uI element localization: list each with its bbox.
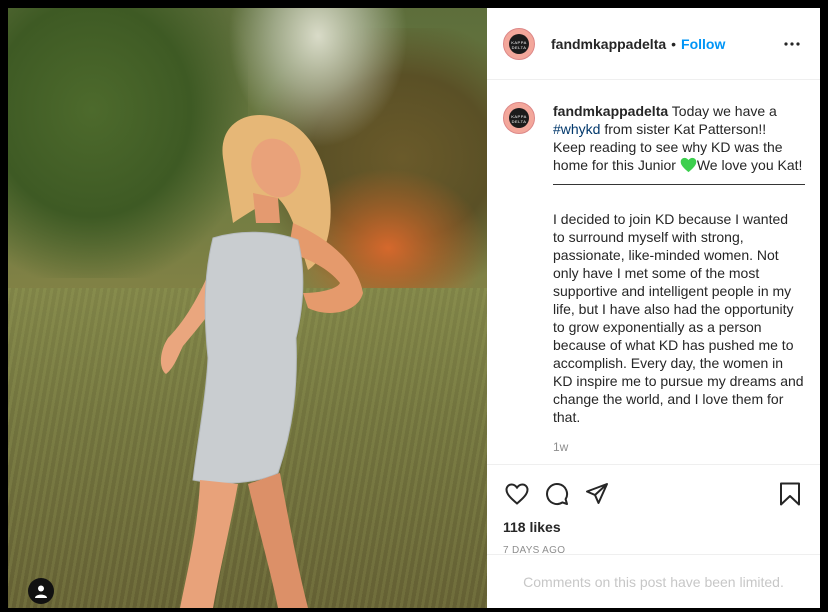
share-icon [586,483,608,504]
comment-button[interactable] [543,480,571,508]
caption-line: only have I met some of the most [553,265,760,281]
avatar-logo-text: KAPPA DELTA [511,114,527,124]
separator-dot: • [671,35,677,52]
caption-text-fragment: We love you Kat! [696,157,803,173]
caption-line: I decided to join KD because I wanted [553,211,789,227]
caption-paragraph: I decided to join KD because I wanted to… [553,210,805,426]
caption-line: to surround myself with strong, [553,229,744,245]
avatar[interactable]: KAPPA DELTA [503,27,535,60]
like-button[interactable] [503,480,531,508]
caption-timestamp[interactable]: 1w [553,438,805,456]
likes-count[interactable]: 118 likes [503,519,804,535]
post-photo[interactable] [8,8,487,608]
caption-line: life, but I have also had the opportunit… [553,301,794,317]
user-tag-icon [35,585,47,598]
caption-line: passionate, like-minded women. Not [553,247,779,263]
caption-line: KD inspire me to pursue my dreams and [553,373,804,389]
comments-limited-notice: Comments on this post have been limited. [487,554,820,608]
caption-text-fragment: Today we have a [668,103,777,119]
caption-row: KAPPA DELTA fandmkappadelta Today we hav… [503,102,805,456]
more-options-button[interactable] [780,32,804,56]
save-button[interactable] [776,480,804,508]
caption-username[interactable]: fandmkappadelta [553,103,668,119]
caption-line: fandmkappadelta Today we have a [553,102,805,120]
caption-line: supportive and intelligent people in my [553,283,792,299]
caption-avatar[interactable]: KAPPA DELTA [503,102,535,134]
more-icon [784,41,800,46]
instagram-post-modal: KAPPA DELTA fandmkappadelta • Follow KAP… [0,0,828,612]
post-side-panel: KAPPA DELTA fandmkappadelta • Follow KAP… [487,8,820,608]
caption-text: fandmkappadelta Today we have a #whykd f… [553,102,805,456]
share-button[interactable] [583,480,611,508]
photo-person [160,114,363,608]
comment-icon [546,483,569,505]
caption-line: to grow exponentially as a person [553,319,762,335]
hashtag-link[interactable]: #whykd [553,121,600,137]
caption-text-fragment: from sister Kat Patterson!! [600,121,767,137]
action-icons [503,465,804,513]
caption-line: #whykd from sister Kat Patterson!! [553,120,805,138]
green-heart-icon [680,157,697,173]
caption-divider: —————————————————— [553,175,805,191]
caption-line: that. [553,409,581,425]
like-heart-icon [505,483,529,505]
action-bar: 118 likes 7 DAYS AGO [487,464,820,556]
avatar-logo-text: KAPPA DELTA [511,39,527,50]
caption-area: KAPPA DELTA fandmkappadelta Today we hav… [487,80,820,464]
bookmark-icon [780,482,800,506]
post-username[interactable]: fandmkappadelta [551,36,666,52]
user-tag-button[interactable] [28,578,54,604]
post-header: KAPPA DELTA fandmkappadelta • Follow [487,8,820,80]
follow-button[interactable]: Follow [681,36,725,52]
caption-line: change the world, and I love them for [553,391,784,407]
caption-line: accomplish. Every day, the women in [553,355,784,371]
caption-line: Keep reading to see why KD was the [553,139,783,155]
caption-line: home for this Junior We love you Kat! [553,156,805,174]
caption-text-fragment: home for this Junior [553,157,680,173]
caption-line: because of what KD has pushed me to [553,337,794,353]
